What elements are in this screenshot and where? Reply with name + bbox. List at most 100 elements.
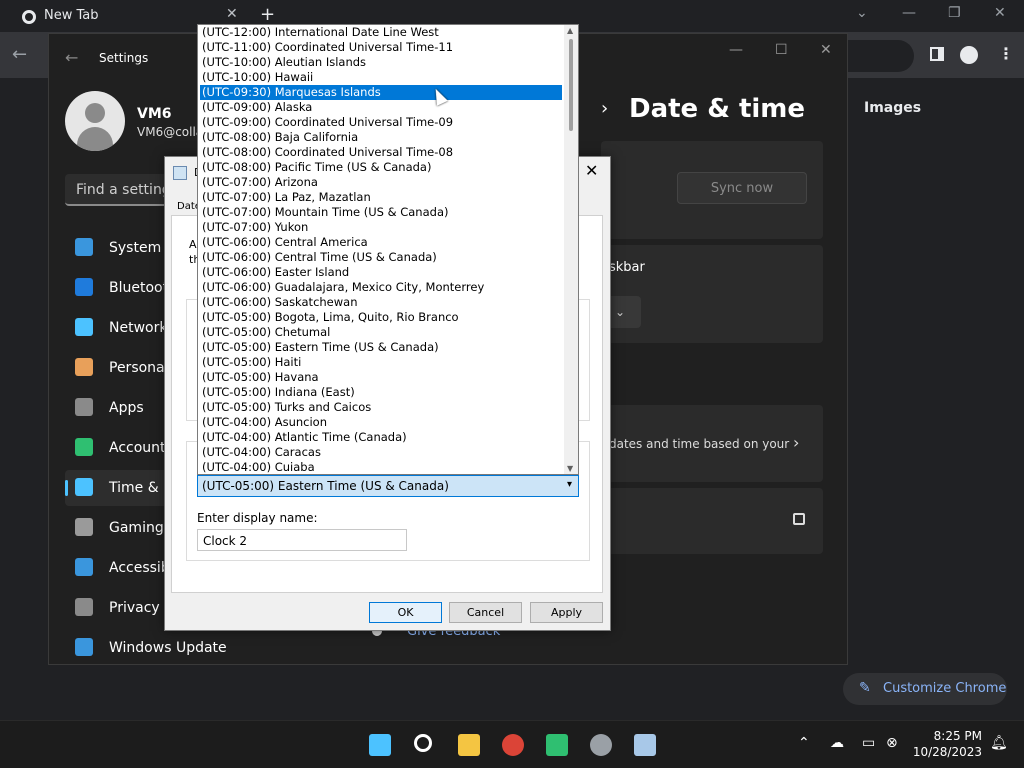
user-email: VM6@colla [137, 125, 204, 139]
images-link[interactable]: Images [864, 100, 921, 116]
settings-title: Settings [99, 51, 149, 65]
timezone-option[interactable]: (UTC-06:00) Central Time (US & Canada) [200, 250, 562, 265]
shield-icon [75, 598, 93, 616]
timezone-select-value: (UTC-05:00) Eastern Time (US & Canada) [202, 479, 449, 493]
side-panel-icon[interactable] [930, 47, 944, 61]
sidebar-item-windows-update[interactable]: Windows Update [65, 630, 265, 664]
apply-button[interactable]: Apply [530, 602, 603, 623]
timezone-option[interactable]: (UTC-05:00) Havana [200, 370, 562, 385]
scroll-thumb[interactable] [569, 39, 573, 131]
scroll-up-icon[interactable]: ▲ [567, 26, 573, 35]
profile-icon[interactable] [960, 46, 978, 64]
show-hidden-icons[interactable]: ⌃ [798, 735, 810, 751]
chrome-logo-icon [22, 10, 36, 24]
timezone-option[interactable]: (UTC-09:00) Coordinated Universal Time-0… [200, 115, 562, 130]
accessibility-icon [75, 558, 93, 576]
timezone-option[interactable]: (UTC-07:00) Arizona [200, 175, 562, 190]
sidebar-item-label: Windows Update [109, 640, 227, 656]
display-name-input[interactable]: Clock 2 [197, 529, 407, 551]
taskbar-setting-text: skbar [609, 260, 645, 275]
chrome-icon[interactable] [502, 734, 524, 756]
network-off-icon[interactable]: ⊗ [886, 735, 898, 751]
wifi-icon [75, 318, 93, 336]
ok-button[interactable]: OK [369, 602, 442, 623]
tab-search-icon[interactable]: ⌄ [856, 5, 868, 21]
taskbar-time[interactable]: 8:25 PM [932, 729, 982, 743]
timezone-option[interactable]: (UTC-06:00) Guadalajara, Mexico City, Mo… [200, 280, 562, 295]
sync-now-button[interactable]: Sync now [677, 172, 807, 204]
timezone-option[interactable]: (UTC-07:00) Mountain Time (US & Canada) [200, 205, 562, 220]
store-icon[interactable] [546, 734, 568, 756]
sidebar-item-label: Apps [109, 400, 144, 416]
start-icon[interactable] [369, 734, 391, 756]
timezone-option[interactable]: (UTC-04:00) Asuncion [200, 415, 562, 430]
scroll-down-icon[interactable]: ▼ [567, 464, 573, 473]
sidebar-item-label: System [109, 240, 162, 256]
control-panel-icon[interactable] [634, 734, 656, 756]
timezone-option[interactable]: (UTC-05:00) Bogota, Lima, Quito, Rio Bra… [200, 310, 562, 325]
settings-close-icon[interactable]: ✕ [820, 42, 832, 58]
timezone-option[interactable]: (UTC-12:00) International Date Line West [200, 25, 562, 40]
dropdown-scrollbar[interactable]: ▲ ▼ [564, 25, 578, 474]
timezone-option[interactable]: (UTC-08:00) Pacific Time (US & Canada) [200, 160, 562, 175]
sidebar-item-label: Network [109, 320, 168, 336]
timezone-option[interactable]: (UTC-05:00) Haiti [200, 355, 562, 370]
timezone-option[interactable]: (UTC-04:00) Cuiaba [200, 460, 562, 474]
timezone-option[interactable]: (UTC-06:00) Central America [200, 235, 562, 250]
dialog-close-icon[interactable]: ✕ [585, 161, 598, 180]
timezone-dropdown-list[interactable]: ▲ ▼ (UTC-12:00) International Date Line … [197, 24, 579, 475]
timezone-select[interactable]: (UTC-05:00) Eastern Time (US & Canada) ▾ [197, 475, 579, 497]
link-card[interactable] [601, 488, 823, 554]
notification-bell-icon[interactable]: 🔔︎ [990, 735, 1008, 751]
search-icon[interactable] [414, 734, 432, 752]
timezone-option[interactable]: (UTC-05:00) Eastern Time (US & Canada) [200, 340, 562, 355]
timezone-option[interactable]: (UTC-05:00) Chetumal [200, 325, 562, 340]
settings-icon[interactable] [590, 734, 612, 756]
brush-icon [75, 358, 93, 376]
avatar[interactable] [65, 91, 125, 151]
timezone-option[interactable]: (UTC-08:00) Baja California [200, 130, 562, 145]
file-explorer-icon[interactable] [458, 734, 480, 756]
globe-clock-icon [75, 478, 93, 496]
update-icon [75, 638, 93, 656]
close-tab-icon[interactable]: ✕ [226, 6, 238, 22]
timezone-option[interactable]: (UTC-07:00) Yukon [200, 220, 562, 235]
cancel-button[interactable]: Cancel [449, 602, 522, 623]
restore-icon[interactable]: ❐ [948, 5, 961, 21]
onedrive-icon[interactable]: ☁ [830, 735, 844, 751]
timezone-option[interactable]: (UTC-05:00) Indiana (East) [200, 385, 562, 400]
timezone-option[interactable]: (UTC-09:00) Alaska [200, 100, 562, 115]
external-link-icon [793, 513, 805, 525]
timezone-option[interactable]: (UTC-08:00) Coordinated Universal Time-0… [200, 145, 562, 160]
timezone-option[interactable]: (UTC-06:00) Saskatchewan [200, 295, 562, 310]
more-menu-icon[interactable]: ⋮ [998, 44, 1014, 63]
timezone-option[interactable]: (UTC-04:00) Caracas [200, 445, 562, 460]
minimize-icon[interactable]: — [902, 5, 916, 21]
customize-chrome-button[interactable]: ✎ Customize Chrome [843, 673, 1007, 705]
timezone-option[interactable]: (UTC-07:00) La Paz, Mazatlan [200, 190, 562, 205]
timezone-option[interactable]: (UTC-11:00) Coordinated Universal Time-1… [200, 40, 562, 55]
display-icon[interactable]: ▭ [862, 735, 875, 751]
timezone-option[interactable]: (UTC-06:00) Easter Island [200, 265, 562, 280]
timezone-option[interactable]: (UTC-04:00) Atlantic Time (Canada) [200, 430, 562, 445]
customize-chrome-label: Customize Chrome [883, 681, 1007, 696]
close-icon[interactable]: ✕ [994, 5, 1006, 21]
back-arrow-icon[interactable]: ← [12, 44, 27, 65]
apps-icon [75, 398, 93, 416]
timezone-option[interactable]: (UTC-09:30) Marquesas Islands [200, 85, 562, 100]
timezone-option[interactable]: (UTC-10:00) Aleutian Islands [200, 55, 562, 70]
tab-title: New Tab [44, 8, 99, 23]
pencil-icon: ✎ [859, 680, 871, 696]
settings-maximize-icon[interactable]: ☐ [775, 42, 788, 58]
timezone-option[interactable]: (UTC-05:00) Turks and Caicos [200, 400, 562, 415]
new-tab-button[interactable]: + [260, 4, 275, 25]
timezone-option[interactable]: (UTC-10:00) Hawaii [200, 70, 562, 85]
sidebar-item-label: Gaming [109, 520, 164, 536]
taskbar-date[interactable]: 10/28/2023 [912, 745, 982, 759]
display-name-label: Enter display name: [197, 511, 318, 525]
settings-back-icon[interactable]: ← [65, 48, 78, 67]
settings-minimize-icon[interactable]: — [729, 42, 743, 58]
page-title: Date & time [629, 94, 806, 124]
dialog-app-icon [173, 166, 187, 180]
breadcrumb-separator: › [601, 98, 609, 119]
